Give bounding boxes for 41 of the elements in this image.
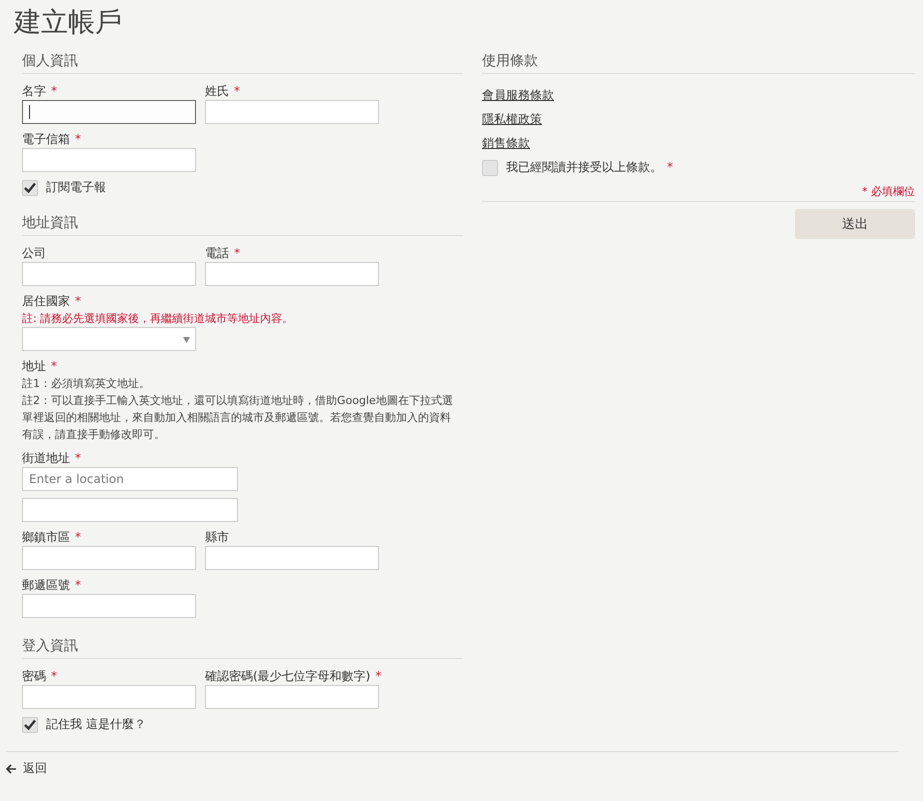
submit-button[interactable]: 送出 — [795, 209, 915, 239]
field-note: 註: 請務必先選填國家後，再繼續街道城市等地址內容。 — [22, 311, 294, 327]
field-label: 密碼 * — [22, 668, 58, 685]
terms-link[interactable]: 銷售條款 — [482, 131, 530, 155]
checkbox-label: 訂閱電子報 — [46, 179, 106, 196]
text-field[interactable] — [22, 100, 196, 124]
field-label: 公司 — [22, 245, 47, 262]
checkbox-label: 我已經閱讀并接受以上條款。 * — [506, 159, 673, 176]
terms-link[interactable]: 會員服務條款 — [482, 83, 554, 107]
field-label: 鄉鎮市區 * — [22, 529, 82, 546]
arrow-left-icon — [6, 764, 17, 774]
field-label: 居住國家 * — [22, 293, 82, 310]
field-label: 確認密碼(最少七位字母和數字) * — [205, 668, 382, 685]
page-title: 建立帳戶 — [14, 6, 123, 40]
section-heading: 個人資訊 — [22, 52, 463, 74]
checkbox[interactable] — [22, 716, 38, 732]
back-link[interactable]: 返回 — [6, 751, 899, 777]
field-note: 註1：必須填寫英文地址。 — [22, 376, 151, 392]
terms-link[interactable]: 隱私權政策 — [482, 107, 542, 131]
field-label: 地址 * — [22, 358, 58, 375]
caret-icon — [183, 337, 190, 343]
required-note: * 必填欄位 — [862, 184, 915, 199]
field-label: 縣市 — [205, 529, 230, 546]
field-label: 街道地址 * — [22, 450, 82, 467]
field-label: 名字 * — [22, 83, 58, 100]
help-link[interactable]: 這是什麼？ — [86, 716, 146, 733]
field-label: 姓氏 * — [205, 83, 241, 100]
checkbox[interactable] — [22, 180, 38, 196]
text-cursor — [29, 105, 30, 119]
field-label: 電話 * — [205, 245, 241, 262]
section-heading: 地址資訊 — [22, 214, 463, 236]
field-note: 註2：可以直接手工輸入英文地址，還可以填寫街道地址時，借助Google地圖在下拉式選單裡返回的相關地址，來自動加入相關語言的城市及郵遞區號。若您查覺自動加入的資料有誤，請直接手動修改即可。 — [22, 393, 454, 443]
check-icon — [24, 182, 36, 193]
field-label: 郵遞區號 * — [22, 577, 82, 594]
country-dropdown[interactable] — [22, 327, 196, 351]
field-label: 電子信箱 * — [22, 131, 82, 148]
section-heading: 使用條款 — [482, 52, 915, 74]
section-heading: 登入資訊 — [22, 637, 463, 659]
checkbox[interactable] — [482, 160, 498, 176]
checkbox-label: 記住我 — [46, 716, 82, 733]
check-icon — [24, 719, 36, 730]
